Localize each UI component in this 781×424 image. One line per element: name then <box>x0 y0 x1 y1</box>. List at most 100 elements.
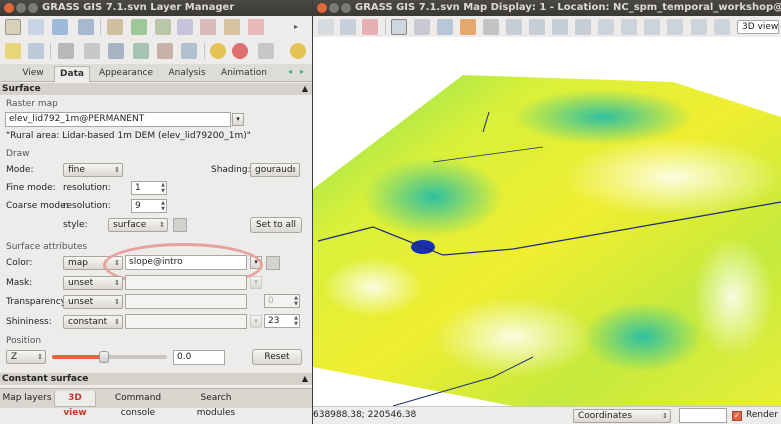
raster-map-input[interactable]: elev_lid792_1m@PERMANENT <box>5 112 231 127</box>
mask-dropdown-button[interactable]: ▾ <box>250 276 262 289</box>
raster-map-dropdown-button[interactable]: ▾ <box>232 113 244 126</box>
shininess-spinner[interactable]: 23 ▲ ▼ <box>264 314 300 328</box>
display-eye-icon[interactable] <box>318 19 334 35</box>
overlay-icon[interactable] <box>691 19 707 35</box>
add-raster-icon[interactable] <box>107 19 123 35</box>
help-icon[interactable] <box>232 43 248 59</box>
map-calculator-icon[interactable] <box>58 43 74 59</box>
tools-icon[interactable] <box>714 19 730 35</box>
constant-surface-section-header[interactable]: Constant surface ▲ <box>0 373 312 385</box>
settings-icon[interactable] <box>210 43 226 59</box>
surface-section-header[interactable]: Surface ▲ <box>0 83 312 95</box>
remove-layer-icon[interactable] <box>248 19 264 35</box>
pointer-icon[interactable] <box>391 19 407 35</box>
save-display-icon[interactable] <box>598 19 614 35</box>
erase-icon[interactable] <box>362 19 378 35</box>
close-window-button[interactable] <box>4 3 14 13</box>
add-layer-icon[interactable] <box>200 19 216 35</box>
set-to-all-button[interactable]: Set to all <box>250 217 302 233</box>
status-mode-select[interactable]: Coordinates ⇕ <box>573 409 671 423</box>
spin-arrows-icon[interactable]: ▲ ▼ <box>294 315 298 327</box>
toolbar-overflow-icon[interactable]: ▸ <box>292 21 300 33</box>
shading-select[interactable]: gouraud ⇕ <box>250 163 300 177</box>
tab-data[interactable]: Data <box>54 66 90 82</box>
tab-view[interactable]: View <box>14 66 52 82</box>
shininess-type-select[interactable]: constant ⇕ <box>63 315 123 329</box>
transparency-map-input[interactable] <box>125 294 247 309</box>
style-select[interactable]: surface ⇕ <box>108 218 168 232</box>
position-slider[interactable] <box>52 351 167 363</box>
tab-search-modules[interactable]: Search modules <box>180 391 252 418</box>
import-icon[interactable] <box>78 19 94 35</box>
open-workspace-icon[interactable] <box>28 19 44 35</box>
tab-command-console[interactable]: Command console <box>98 391 178 418</box>
zoom-in-icon[interactable] <box>506 19 522 35</box>
status-entry[interactable] <box>679 408 727 423</box>
print-icon[interactable] <box>621 19 637 35</box>
layer-manager-titlebar: GRASS GIS 7.1.svn Layer Manager <box>0 0 312 16</box>
tab-3d-view[interactable]: 3D view <box>54 391 96 418</box>
minimize-window-button[interactable] <box>329 3 339 13</box>
add-misc-icon[interactable] <box>224 19 240 35</box>
query-icon[interactable] <box>414 19 430 35</box>
tab-scroll-left-icon[interactable]: ◂ <box>288 67 292 76</box>
draw-group-label: Draw <box>6 149 30 159</box>
coarse-resolution-spinner[interactable]: 9 ▲ ▼ <box>131 199 167 213</box>
mask-map-input[interactable] <box>125 275 247 290</box>
edit-icon[interactable] <box>5 43 21 59</box>
chevron-updown-icon: ⇕ <box>37 353 43 361</box>
grid-icon[interactable] <box>108 43 124 59</box>
spin-arrows-icon[interactable]: ▲ ▼ <box>161 182 165 194</box>
position-value-input[interactable]: 0.0 <box>173 350 225 365</box>
reset-button[interactable]: Reset <box>252 349 302 365</box>
pan-icon[interactable] <box>437 19 453 35</box>
add-group-icon[interactable] <box>177 19 193 35</box>
status-mode-value: Coordinates <box>578 411 633 421</box>
mapswipe-icon[interactable] <box>181 43 197 59</box>
analyze-icon[interactable] <box>667 19 683 35</box>
zoom-options-icon[interactable] <box>575 19 591 35</box>
render-checkbox[interactable]: ✓ <box>732 411 742 421</box>
close-window-button[interactable] <box>317 3 327 13</box>
georectify-icon[interactable] <box>84 43 100 59</box>
tab-scroll-right-icon[interactable]: ▸ <box>300 67 304 76</box>
save-workspace-icon[interactable] <box>52 19 68 35</box>
position-slider-handle[interactable] <box>98 351 109 363</box>
transparency-spinner[interactable]: 0 ▲ ▼ <box>264 294 300 308</box>
toolbar-row-2 <box>0 40 312 62</box>
tab-analysis[interactable]: Analysis <box>162 66 212 82</box>
quit-icon[interactable] <box>258 43 274 59</box>
tab-map-layers[interactable]: Map layers <box>2 391 52 407</box>
zoom-icon[interactable] <box>460 19 476 35</box>
zoom-region-icon[interactable] <box>552 19 568 35</box>
wire-color-swatch[interactable] <box>173 218 187 232</box>
fly-icon[interactable] <box>483 19 499 35</box>
view-mode-select[interactable]: 3D view <box>737 20 779 34</box>
3d-map-canvas[interactable] <box>313 37 781 406</box>
mode-select[interactable]: fine ⇕ <box>63 163 123 177</box>
shininess-dropdown-button[interactable]: ▾ <box>250 315 262 328</box>
mask-type-select[interactable]: unset ⇕ <box>63 276 123 290</box>
animation-tool-icon[interactable] <box>157 43 173 59</box>
transparency-type-select[interactable]: unset ⇕ <box>63 295 123 309</box>
spin-arrows-icon[interactable]: ▲ ▼ <box>161 200 165 212</box>
maximize-window-button[interactable] <box>28 3 38 13</box>
fine-resolution-spinner[interactable]: 1 ▲ ▼ <box>131 181 167 195</box>
new-workspace-icon[interactable] <box>5 19 21 35</box>
shininess-map-input[interactable] <box>125 314 247 329</box>
attribute-table-icon[interactable] <box>28 43 44 59</box>
settings-extra-icon[interactable] <box>290 43 306 59</box>
tab-animation[interactable]: Animation <box>214 66 274 82</box>
render-icon[interactable] <box>340 19 356 35</box>
tab-appearance[interactable]: Appearance <box>92 66 160 82</box>
minimize-window-button[interactable] <box>16 3 26 13</box>
add-overlay-icon[interactable] <box>155 19 171 35</box>
add-vector-icon[interactable] <box>131 19 147 35</box>
position-axis-select[interactable]: Z ⇕ <box>6 350 46 364</box>
color-swatch[interactable] <box>266 256 280 270</box>
spin-arrows-icon[interactable]: ▲ ▼ <box>294 295 298 307</box>
zoom-out-icon[interactable] <box>529 19 545 35</box>
model-builder-icon[interactable] <box>133 43 149 59</box>
decorations-icon[interactable] <box>644 19 660 35</box>
maximize-window-button[interactable] <box>341 3 351 13</box>
